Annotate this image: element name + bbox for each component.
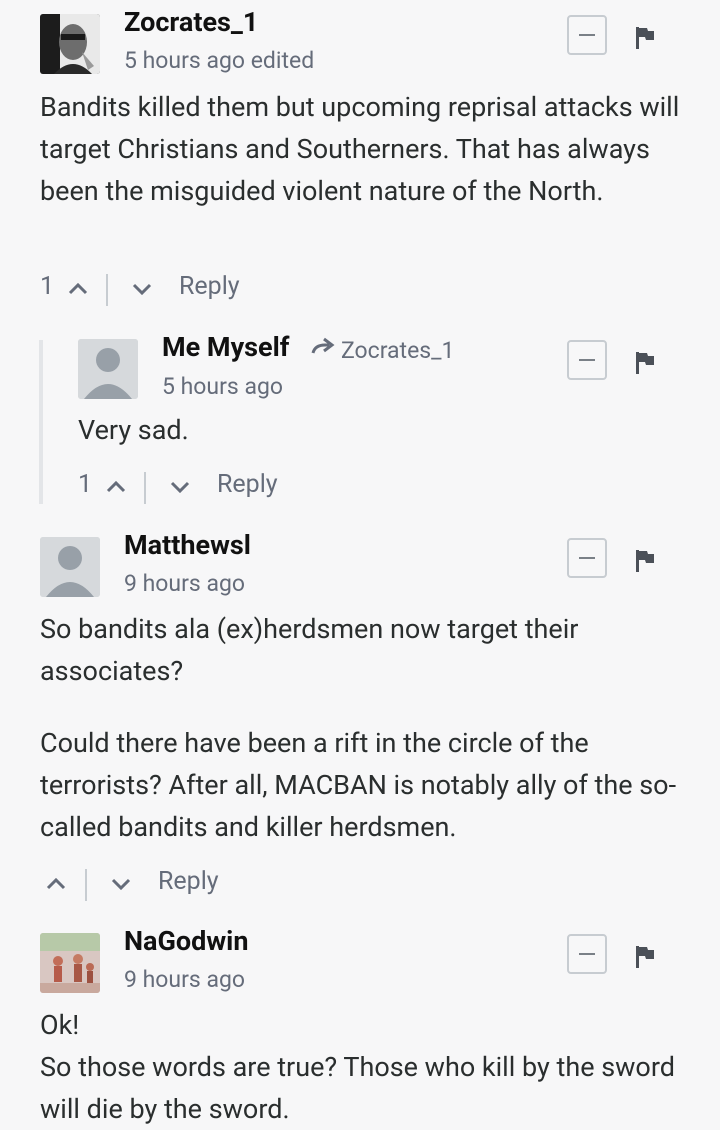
chevron-up-icon[interactable] [106,481,126,493]
photo-avatar-icon [40,933,100,993]
vote-divider [106,274,108,306]
edited-label: edited [250,47,315,74]
chevron-down-icon[interactable] [132,283,152,295]
minus-icon [579,34,595,36]
comment-time[interactable]: 9 hours ago [124,966,245,993]
comment-author[interactable]: Zocrates_1 [124,6,258,38]
flag-icon[interactable] [636,550,654,572]
vote-divider [144,472,146,504]
comment-body: Very sad. [78,409,678,451]
comment-paragraph: So those words are true? Those who kill … [40,1051,675,1125]
comment-author[interactable]: NaGodwin [124,925,248,957]
minus-icon [579,359,595,361]
comment-body: So bandits ala (ex)herdsmen now target t… [40,608,680,848]
chevron-down-icon[interactable] [170,481,190,493]
comment-paragraph: So bandits ala (ex)herdsmen now target t… [40,613,579,687]
comment-body: Bandits killed them but upcoming reprisa… [40,86,680,212]
reply-button[interactable]: Reply [179,272,240,301]
default-user-avatar-icon [78,339,138,399]
chevron-up-icon[interactable] [46,878,66,890]
comment-time[interactable]: 9 hours ago [124,570,245,597]
comment-meta: 5 hours ago edited [124,47,314,74]
comment-reply: Me Myself Zocrates_1 5 hours ago Very sa… [0,320,720,515]
comment-text: Very sad. [78,414,189,446]
avatar[interactable] [40,933,100,993]
comment: Matthewsl 9 hours ago So bandits ala (ex… [0,515,720,915]
avatar[interactable] [40,537,100,597]
avatar[interactable] [78,339,138,399]
reply-button[interactable]: Reply [158,867,219,896]
vote-count: 1 [78,470,93,499]
avatar[interactable] [40,14,100,74]
flag-icon[interactable] [636,946,654,968]
flag-icon[interactable] [636,352,654,374]
vote-count: 1 [40,272,55,301]
flag-icon[interactable] [636,27,654,49]
comment-paragraph: Could there have been a rift in the circ… [40,727,677,843]
comment-text: Bandits killed them but upcoming reprisa… [40,91,680,207]
collapse-button[interactable] [567,538,607,578]
comment-time[interactable]: 5 hours ago [162,373,283,400]
chevron-up-icon[interactable] [68,283,88,295]
comment-author[interactable]: Matthewsl [124,529,251,561]
comment-time[interactable]: 5 hours ago [124,47,245,74]
vote-divider [85,869,87,901]
minus-icon [579,953,595,955]
arrow-right-icon [311,337,335,354]
collapse-button[interactable] [567,934,607,974]
reply-button[interactable]: Reply [217,470,278,499]
comment-paragraph: Ok! [40,1009,80,1041]
comment-body: Ok! So those words are true? Those who k… [40,1004,680,1130]
comment: NaGodwin 9 hours ago Ok! So those words … [0,915,720,1125]
reply-to-author[interactable]: Zocrates_1 [341,337,454,364]
collapse-button[interactable] [567,340,607,380]
comment: Zocrates_1 5 hours ago edited Bandits ki… [0,0,720,320]
collapse-button[interactable] [567,15,607,55]
default-user-avatar-icon [40,537,100,597]
minus-icon [579,557,595,559]
chevron-down-icon[interactable] [111,878,131,890]
portrait-avatar-icon [40,14,100,74]
comment-author[interactable]: Me Myself [162,331,289,363]
